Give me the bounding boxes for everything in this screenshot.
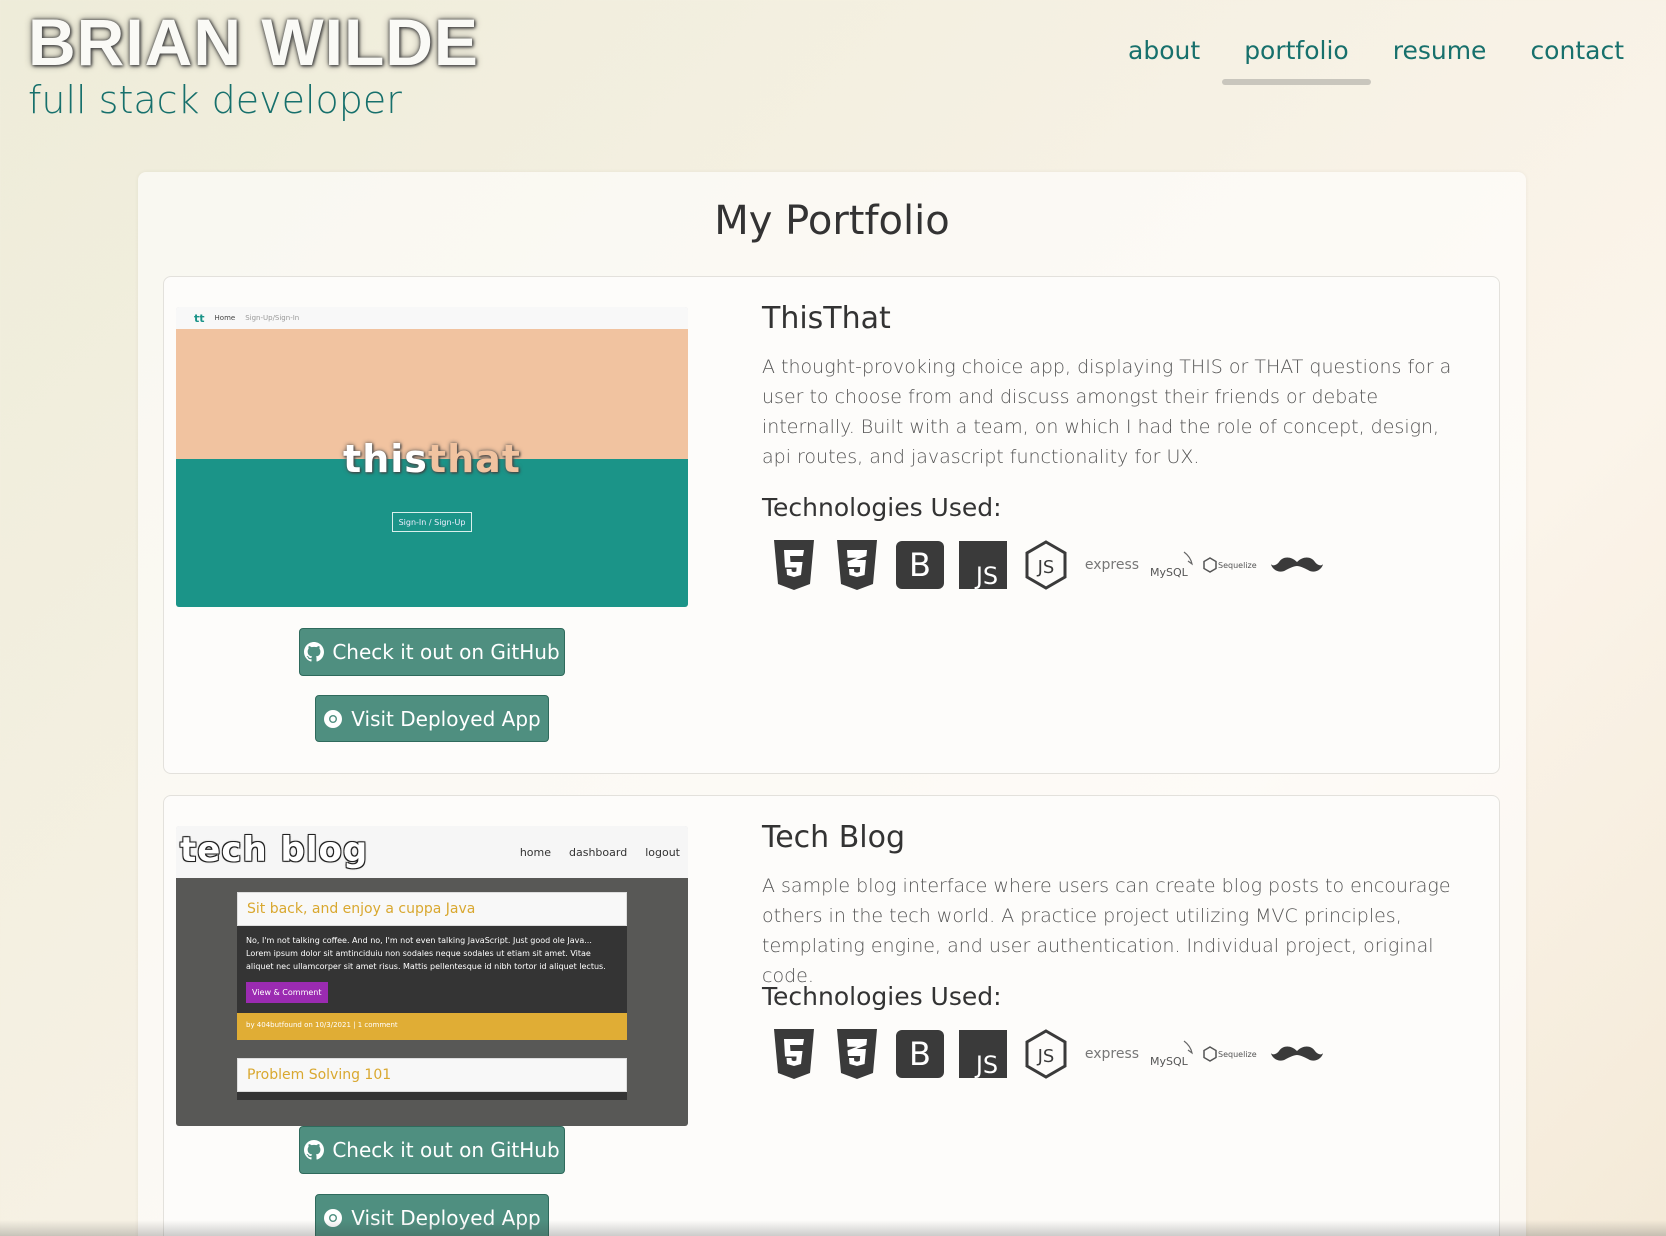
sequelize-icon: Sequelize [1201,1027,1267,1081]
chrome-icon [324,709,343,728]
screenshot-post-body: No, I'm not talking coffee. And no, I'm … [237,926,627,1013]
screenshot-nav: tt Home Sign-Up/Sign-In [176,307,688,329]
mysql-icon: MySQL [1147,538,1201,592]
screenshot-nav-signin: Sign-Up/Sign-In [245,314,300,322]
tech-icon-row: B JS JS express MySQL Sequelize [762,538,1327,592]
nav-resume[interactable]: resume [1371,30,1509,89]
portfolio-container: My Portfolio tt Home Sign-Up/Sign-In thi… [138,172,1526,1236]
nodejs-letters: JS [1036,557,1054,578]
wordmark-that: that [427,437,521,481]
screenshot-bottom-half [176,459,688,607]
javascript-icon: JS [951,538,1014,592]
html5-icon [762,1027,825,1081]
js-letters: JS [973,1051,997,1078]
bootstrap-icon: B [888,538,951,592]
nodejs-icon: JS [1014,1027,1077,1081]
main-nav: about portfolio resume contact [1106,30,1646,89]
nav-contact[interactable]: contact [1508,30,1646,89]
sequelize-icon: Sequelize [1201,538,1267,592]
project-description: A thought-provoking choice app, displayi… [762,356,1452,468]
tech-heading: Technologies Used: [762,982,1002,1011]
screenshot-signin-button: Sign-In / Sign-Up [392,512,472,532]
screenshot-post-text: No, I'm not talking coffee. And no, I'm … [246,936,606,971]
screenshot-link-dashboard: dashboard [569,846,628,859]
github-button[interactable]: Check it out on GitHub [299,628,565,676]
sequelize-wordmark: Sequelize [1218,1050,1257,1059]
tech-icon-row: B JS JS express MySQL Sequelize [762,1027,1327,1081]
github-icon [304,642,325,662]
screenshot-link-home: home [519,846,551,859]
screenshot-nav-home: Home [214,314,236,322]
nav-portfolio[interactable]: portfolio [1222,30,1371,89]
project-title: Tech Blog [762,820,906,855]
mysql-wordmark: MySQL [1150,1055,1189,1068]
deploy-button[interactable]: Visit Deployed App [315,695,549,742]
bootstrap-letter: B [909,1035,931,1073]
project-title: ThisThat [762,301,891,336]
project-description: A sample blog interface where users can … [762,875,1451,987]
github-button-label: Check it out on GitHub [332,1138,560,1162]
screenshot-view-button: View & Comment [246,982,328,1003]
screenshot-post: Sit back, and enjoy a cuppa Java No, I'm… [237,892,627,1040]
screenshot-wordmark: thisthat [176,437,688,481]
github-icon [304,1140,325,1160]
nodejs-letters: JS [1036,1046,1054,1067]
page-title: My Portfolio [714,198,950,244]
nav-about[interactable]: about [1106,30,1222,89]
project-screenshot: tt Home Sign-Up/Sign-In thisthat Sign-In… [176,307,688,607]
handlebars-icon [1267,538,1327,592]
screenshot-post-title: Problem Solving 101 [237,1058,627,1092]
css3-icon [825,1027,888,1081]
project-card-thisthat: tt Home Sign-Up/Sign-In thisthat Sign-In… [163,276,1500,774]
sequelize-wordmark: Sequelize [1218,561,1257,570]
deploy-button-label: Visit Deployed App [351,706,541,731]
project-card-techblog: tech blog home dashboard logout Sit back… [163,795,1500,1236]
mysql-wordmark: MySQL [1150,566,1189,579]
express-icon: express [1077,1027,1147,1081]
brand-tagline: full stack developer [28,78,402,122]
github-button-label: Check it out on GitHub [332,640,560,664]
bootstrap-icon: B [888,1027,951,1081]
screenshot-links: home dashboard logout [520,846,680,859]
express-icon: express [1077,538,1147,592]
screenshot-post-title: Sit back, and enjoy a cuppa Java [237,892,627,926]
screenshot-post: Problem Solving 101 [237,1058,627,1126]
screenshot-logo: tt [194,311,205,325]
screenshot-nav: tech blog home dashboard logout [176,826,688,878]
javascript-icon: JS [951,1027,1014,1081]
bottom-shadow [0,1220,1666,1236]
mysql-icon: MySQL [1147,1027,1201,1081]
express-wordmark: express [1084,557,1140,573]
wordmark-this: this [343,437,428,481]
express-wordmark: express [1084,1046,1140,1062]
screenshot-logo: tech blog [180,830,369,870]
screenshot-link-logout: logout [645,846,680,859]
screenshot-post-body [237,1092,627,1100]
handlebars-icon [1267,1027,1327,1081]
screenshot-post-footer: by 404butfound on 10/3/2021 | 1 comment [237,1013,627,1040]
css3-icon [825,538,888,592]
project-screenshot: tech blog home dashboard logout Sit back… [176,826,688,1126]
html5-icon [762,538,825,592]
nodejs-icon: JS [1014,538,1077,592]
github-button[interactable]: Check it out on GitHub [299,1126,565,1174]
js-letters: JS [973,562,997,589]
brand-name: BRIAN WILDE [28,5,479,79]
tech-heading: Technologies Used: [762,493,1002,522]
bootstrap-letter: B [909,546,931,584]
